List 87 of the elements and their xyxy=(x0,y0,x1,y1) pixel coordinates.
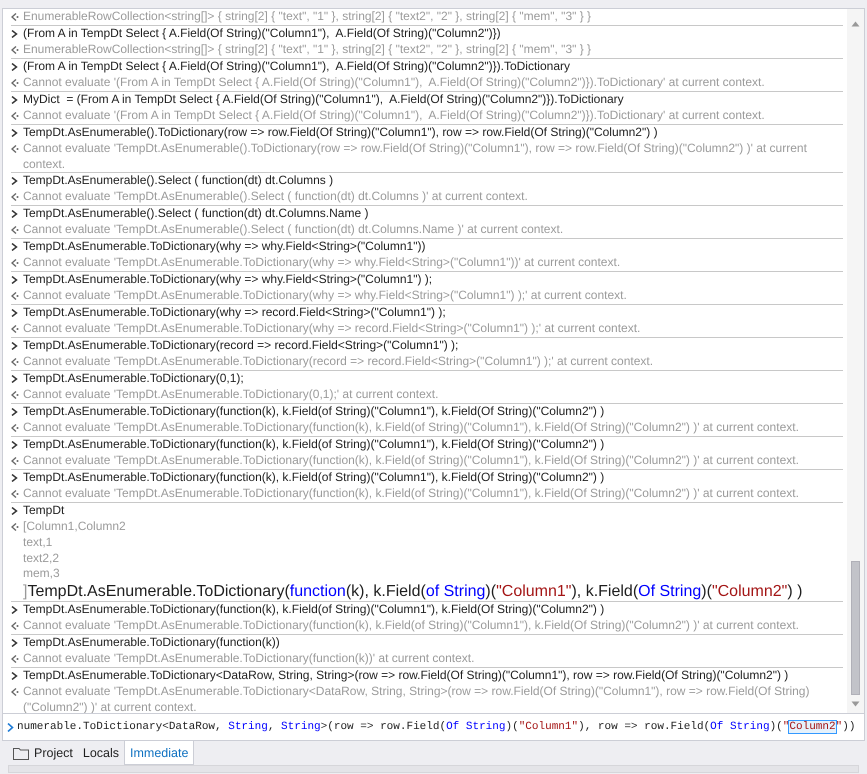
result-arrow-icon xyxy=(11,358,19,366)
folder-icon xyxy=(13,746,29,760)
prompt-icon xyxy=(11,309,18,318)
result-arrow-icon xyxy=(11,457,19,466)
prompt-icon xyxy=(11,342,18,350)
output-text: Cannot evaluate 'TempDt.AsEnumerable().Select ( function(dt) dt.Columns.Name )' at current context. xyxy=(23,222,564,238)
prompt-icon xyxy=(11,375,18,384)
command-text: TempDt.AsEnumerable.ToDictionary(why => record.Field<String>("Column1") ); xyxy=(23,305,446,321)
output-text: Cannot evaluate 'TempDt.AsEnumerable.ToDictionary(why => record.Field<String>("Column1") );' at current context. xyxy=(23,321,640,337)
prompt-icon xyxy=(11,129,18,137)
command-text: TempDt.AsEnumerable().Select ( function(dt) dt.Columns.Name ) xyxy=(23,206,368,222)
result-arrow-icon xyxy=(11,112,19,120)
output-text: Cannot evaluate 'TempDt.AsEnumerable.ToDictionary(function(k), k.Field(of String)("Column1"), k.Field(Of String)("Column2") )' at current context. xyxy=(23,486,799,502)
result-arrow-icon xyxy=(11,79,19,87)
result-arrow-icon xyxy=(11,226,19,234)
prompt-icon xyxy=(11,408,18,416)
prompt-icon xyxy=(11,96,18,104)
command-text: TempDt.AsEnumerable.ToDictionary(0,1); xyxy=(23,371,244,387)
result-arrow-icon xyxy=(11,391,19,400)
prompt-icon xyxy=(11,276,18,284)
output-text: Cannot evaluate 'TempDt.AsEnumerable.ToDictionary(function(k), k.Field(of String)("Column1"), k.Field(Of String)("Column2") )' at current context. xyxy=(23,453,799,469)
scrollbar-thumb[interactable] xyxy=(851,561,860,695)
panel-tab[interactable]: Immediate xyxy=(124,741,194,765)
output-text: Cannot evaluate 'TempDt.AsEnumerable.ToDictionary(why => why.Field<String>("Column1") );' at current context. xyxy=(23,288,627,304)
prompt-icon xyxy=(11,441,18,450)
command-text: TempDt.AsEnumerable.ToDictionary(function(k), k.Field(of String)("Column1"), k.Field(Of String)("Column2") ) xyxy=(23,437,604,453)
command-text: (From A in TempDt Select { A.Field(Of String)("Column1"), A.Field(Of String)("Column2")}).ToDictionary xyxy=(23,59,570,75)
command-text: TempDt.AsEnumerable.ToDictionary(why => why.Field<String>("Column1") ); xyxy=(23,272,432,288)
command-text: TempDt.AsEnumerable.ToDictionary(record => record.Field<String>("Column1") ); xyxy=(23,338,458,354)
result-arrow-icon xyxy=(11,145,19,153)
output-text: Cannot evaluate 'TempDt.AsEnumerable.ToDictionary(record => record.Field<String>("Column1") );' at current context. xyxy=(23,354,654,370)
output-text: Cannot evaluate 'TempDt.AsEnumerable.ToDictionary<DataRow, String, String>(row => row.Field(Of String)("Column1"), row => row.Field(Of String) ("Column2") )' at current context. xyxy=(23,684,810,713)
command-text: TempDt.AsEnumerable.ToDictionary(function(k), k.Field(of String)("Column1"), k.Field(Of String)("Column2") ) xyxy=(23,602,604,618)
output-text: ] xyxy=(23,582,28,601)
output-text: text,1 xyxy=(23,535,52,551)
result-arrow-icon xyxy=(11,193,19,202)
output-text: Cannot evaluate '(From A in TempDt Select { A.Field(Of String)("Column1"), A.Field(Of String)("Column2")}).ToDictionary' at current context. xyxy=(23,75,765,91)
prompt-icon xyxy=(11,672,18,680)
prompt-icon xyxy=(11,606,18,614)
command-text: TempDt.AsEnumerable.ToDictionary(function(k), k.Field(of String)("Column1"), k.Field(Of String)("Column2") ) xyxy=(23,470,604,486)
result-arrow-icon xyxy=(11,259,19,268)
output-text: Cannot evaluate 'TempDt.AsEnumerable.ToDictionary(why => why.Field<String>("Column1"))' at current context. xyxy=(23,255,620,271)
prompt-icon xyxy=(11,63,18,71)
output-text: Cannot evaluate 'TempDt.AsEnumerable().ToDictionary(row => row.Field(Of String)("Column1"), row => row.Field(Of String)("Column2") )' at current context. xyxy=(23,141,808,172)
output-text: Cannot evaluate 'TempDt.AsEnumerable.ToDictionary(0,1);' at current context. xyxy=(23,387,438,403)
output-text: Cannot evaluate 'TempDt.AsEnumerable.ToDictionary(function(k))' at current context. xyxy=(23,650,474,667)
result-arrow-icon xyxy=(11,654,19,663)
output-text: [Column1,Column2 xyxy=(23,519,126,535)
scroll-up-icon[interactable] xyxy=(851,21,860,27)
output-text: Cannot evaluate 'TempDt.AsEnumerable.ToDictionary(function(k), k.Field(of String)("Column1"), k.Field(Of String)("Column2") )' at current context. xyxy=(23,420,799,436)
command-text: TempDt.AsEnumerable().ToDictionary(row => row.Field(Of String)("Column1"), row => row.Field(Of String)("Column2") ) xyxy=(23,125,658,141)
prompt-icon xyxy=(11,474,18,482)
output-text: Cannot evaluate 'TempDt.AsEnumerable.ToDictionary(function(k), k.Field(of String)("Column1"), k.Field(Of String)("Column2") )' at current context. xyxy=(23,618,799,634)
result-arrow-icon xyxy=(11,292,19,300)
command-text: TempDt xyxy=(23,503,64,519)
scroll-down-icon[interactable] xyxy=(851,701,860,707)
output-text: EnumerableRowCollection<string[]> { string[2] { "text", "1" }, string[2] { "text2", "2" }, string[2] { "mem", "3" } } xyxy=(23,9,592,25)
command-text: TempDt.AsEnumerable.ToDictionary<DataRow, String, String>(row => row.Field(Of String)("Column1"), row => row.Field(Of String)("Column2") ) xyxy=(23,668,788,684)
command-text: (From A in TempDt Select { A.Field(Of String)("Column1"), A.Field(Of String)("Column2")}) xyxy=(23,26,501,42)
prompt-icon xyxy=(11,177,18,186)
result-arrow-icon xyxy=(11,325,19,334)
result-arrow-icon xyxy=(11,490,19,498)
prompt-icon xyxy=(7,722,14,732)
command-text: TempDt.AsEnumerable.ToDictionary(why => why.Field<String>("Column1")) xyxy=(23,239,426,255)
prompt-icon xyxy=(11,638,18,647)
output-text: Cannot evaluate 'TempDt.AsEnumerable().Select ( function(dt) dt.Columns )' at current context. xyxy=(23,189,528,205)
result-arrow-icon xyxy=(11,46,19,54)
prompt-icon xyxy=(11,243,18,252)
result-arrow-icon xyxy=(11,622,19,630)
result-arrow-icon xyxy=(11,688,19,696)
command-text: TempDt.AsEnumerable.ToDictionary(function(k), k.Field(of String)("Column1"), k.Field(Of String)("Column2") ) xyxy=(23,404,604,420)
output-text: text2,2 xyxy=(23,550,60,566)
result-arrow-icon xyxy=(11,424,19,432)
output-text: mem,3 xyxy=(23,566,60,582)
result-arrow-icon xyxy=(11,523,19,532)
prompt-icon xyxy=(11,507,18,516)
command-text: TempDt.AsEnumerable().Select ( function(dt) dt.Columns ) xyxy=(23,173,334,189)
prompt-icon xyxy=(11,210,18,218)
panel-tab[interactable]: Project xyxy=(8,741,78,765)
output-text: Cannot evaluate '(From A in TempDt Select { A.Field(Of String)("Column1"), A.Field(Of String)("Column2")}).ToDictionary' at current context. xyxy=(23,108,765,124)
prompt-icon xyxy=(11,30,18,38)
command-text: TempDt.AsEnumerable.ToDictionary(function(k)) xyxy=(23,634,280,651)
output-text: EnumerableRowCollection<string[]> { string[2] { "text", "1" }, string[2] { "text2", "2" }, string[2] { "mem", "3" } } xyxy=(23,42,592,58)
code-line: TempDt.AsEnumerable.ToDictionary(function(k), k.Field(of String)("Column1"), k.Field(Of String)("Column2") ) xyxy=(27,582,802,601)
result-arrow-icon xyxy=(11,13,19,21)
panel-tab[interactable]: Locals xyxy=(78,741,124,765)
command-text: MyDict = (From A in TempDt Select { A.Field(Of String)("Column1"), A.Field(Of String)("Column2")}).ToDictionary xyxy=(23,92,624,108)
